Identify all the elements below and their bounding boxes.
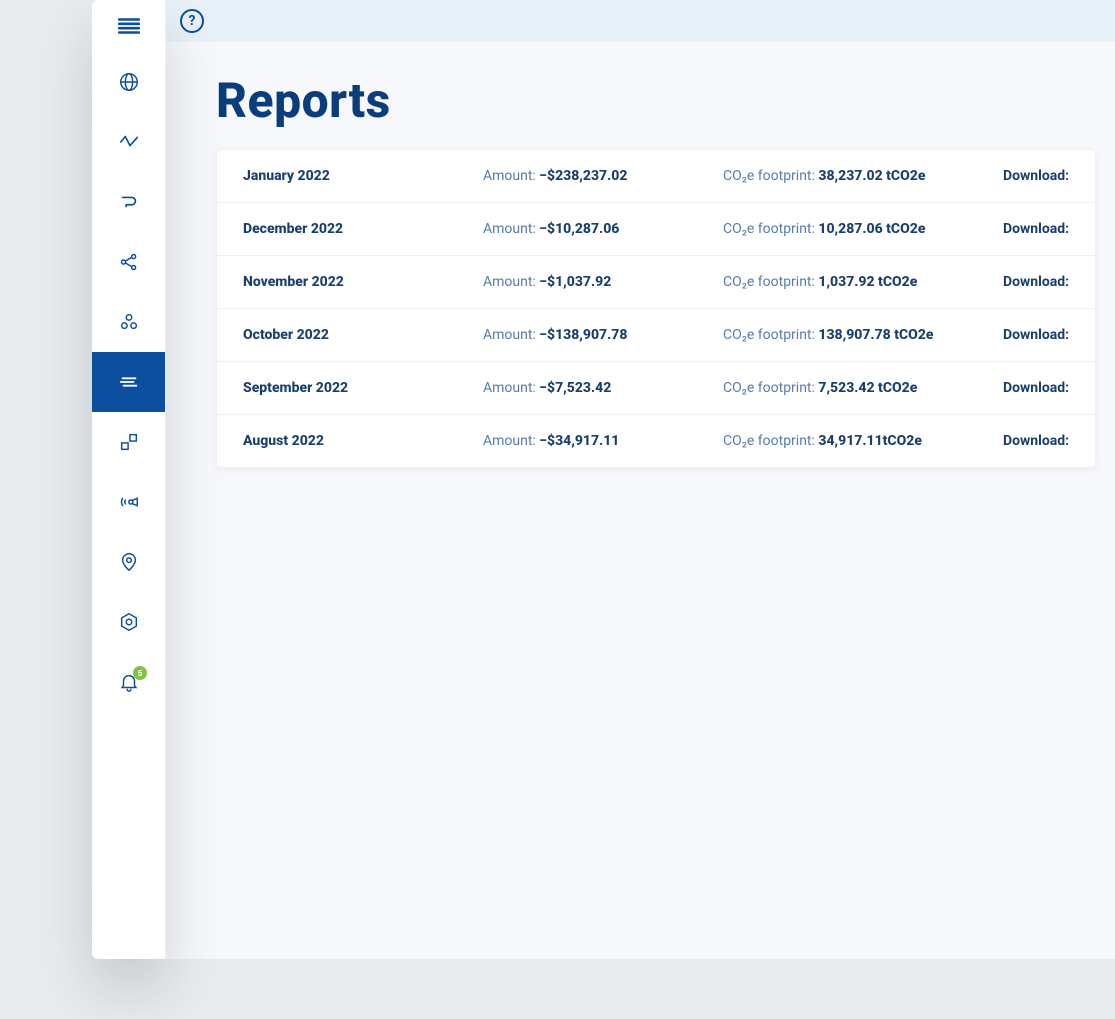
activity-icon <box>118 131 140 153</box>
footprint-label: CO₂e footprint: <box>723 327 818 343</box>
notification-badge: 5 <box>133 666 147 680</box>
sidebar-item-settings[interactable] <box>92 592 165 652</box>
report-footprint-cell: CO₂e footprint: 1,037.92 tCO2e <box>723 274 1003 290</box>
report-amount-cell: Amount: −$10,287.06 <box>483 221 723 237</box>
help-icon: ? <box>189 13 196 29</box>
sidebar-item-network[interactable] <box>92 232 165 292</box>
amount-label: Amount: <box>483 221 539 237</box>
download-link[interactable]: Download: <box>1003 168 1069 184</box>
amount-value: −$7,523.42 <box>539 380 611 396</box>
report-row: October 2022Amount: −$138,907.78CO₂e foo… <box>217 308 1095 361</box>
lines-icon <box>118 371 140 393</box>
footprint-value: 138,907.78 tCO2e <box>818 327 933 343</box>
report-amount-cell: Amount: −$1,037.92 <box>483 274 723 290</box>
report-footprint-cell: CO₂e footprint: 38,237.02 tCO2e <box>723 168 1003 184</box>
report-period: December 2022 <box>243 221 483 237</box>
amount-value: −$1,037.92 <box>539 274 611 290</box>
report-row: January 2022Amount: −$238,237.02CO₂e foo… <box>217 150 1095 202</box>
footprint-value: 34,917.11tCO2e <box>818 433 922 449</box>
clusters-icon <box>118 311 140 333</box>
download-link[interactable]: Download: <box>1003 433 1069 449</box>
download-link[interactable]: Download: <box>1003 274 1069 290</box>
sidebar-item-path[interactable] <box>92 172 165 232</box>
broadcast-icon <box>118 491 140 513</box>
report-amount-cell: Amount: −$7,523.42 <box>483 380 723 396</box>
sidebar: 5 <box>92 0 166 959</box>
sidebar-item-reports[interactable] <box>92 352 165 412</box>
download-link[interactable]: Download: <box>1003 380 1069 396</box>
report-row: August 2022Amount: −$34,917.11CO₂e footp… <box>217 414 1095 467</box>
sidebar-item-alerts[interactable]: 5 <box>92 652 165 712</box>
menu-toggle-button[interactable] <box>92 0 165 52</box>
download-link[interactable]: Download: <box>1003 221 1069 237</box>
report-footprint-cell: CO₂e footprint: 138,907.78 tCO2e <box>723 327 1003 343</box>
sidebar-item-clusters[interactable] <box>92 292 165 352</box>
report-footprint-cell: CO₂e footprint: 34,917.11tCO2e <box>723 433 1003 449</box>
path-icon <box>118 191 140 213</box>
report-period: November 2022 <box>243 274 483 290</box>
report-row: September 2022Amount: −$7,523.42CO₂e foo… <box>217 361 1095 414</box>
sidebar-item-location[interactable] <box>92 532 165 592</box>
amount-label: Amount: <box>483 327 539 343</box>
report-period: September 2022 <box>243 380 483 396</box>
sidebar-item-broadcast[interactable] <box>92 472 165 532</box>
footprint-value: 10,287.06 tCO2e <box>818 221 925 237</box>
modules-icon <box>118 431 140 453</box>
hex-icon <box>118 611 140 633</box>
sidebar-item-globe[interactable] <box>92 52 165 112</box>
pin-icon <box>118 551 140 573</box>
amount-value: −$138,907.78 <box>539 327 627 343</box>
footprint-label: CO₂e footprint: <box>723 274 818 290</box>
sidebar-item-modules[interactable] <box>92 412 165 472</box>
footprint-value: 38,237.02 tCO2e <box>818 168 925 184</box>
amount-label: Amount: <box>483 274 539 290</box>
report-amount-cell: Amount: −$238,237.02 <box>483 168 723 184</box>
help-button[interactable]: ? <box>180 9 204 33</box>
amount-label: Amount: <box>483 433 539 449</box>
report-period: August 2022 <box>243 433 483 449</box>
report-amount-cell: Amount: −$34,917.11 <box>483 433 723 449</box>
menu-icon <box>116 13 142 39</box>
footprint-value: 1,037.92 tCO2e <box>818 274 917 290</box>
amount-value: −$10,287.06 <box>539 221 619 237</box>
top-bar: ? <box>166 0 1115 42</box>
report-row: December 2022Amount: −$10,287.06CO₂e foo… <box>217 202 1095 255</box>
amount-label: Amount: <box>483 168 539 184</box>
footprint-label: CO₂e footprint: <box>723 168 818 184</box>
report-row: November 2022Amount: −$1,037.92CO₂e foot… <box>217 255 1095 308</box>
footprint-label: CO₂e footprint: <box>723 433 818 449</box>
globe-icon <box>118 71 140 93</box>
page-title: Reports <box>216 72 1115 129</box>
amount-value: −$238,237.02 <box>539 168 627 184</box>
report-footprint-cell: CO₂e footprint: 10,287.06 tCO2e <box>723 221 1003 237</box>
footprint-value: 7,523.42 tCO2e <box>818 380 917 396</box>
download-link[interactable]: Download: <box>1003 327 1069 343</box>
reports-card: January 2022Amount: −$238,237.02CO₂e foo… <box>216 149 1096 468</box>
sidebar-item-activity[interactable] <box>92 112 165 172</box>
report-amount-cell: Amount: −$138,907.78 <box>483 327 723 343</box>
main-panel: ? Reports January 2022Amount: −$238,237.… <box>166 0 1115 959</box>
footprint-label: CO₂e footprint: <box>723 380 818 396</box>
report-footprint-cell: CO₂e footprint: 7,523.42 tCO2e <box>723 380 1003 396</box>
reports-table: January 2022Amount: −$238,237.02CO₂e foo… <box>217 150 1095 467</box>
share-icon <box>118 251 140 273</box>
report-period: January 2022 <box>243 168 483 184</box>
report-period: October 2022 <box>243 327 483 343</box>
footprint-label: CO₂e footprint: <box>723 221 818 237</box>
amount-label: Amount: <box>483 380 539 396</box>
amount-value: −$34,917.11 <box>539 433 619 449</box>
